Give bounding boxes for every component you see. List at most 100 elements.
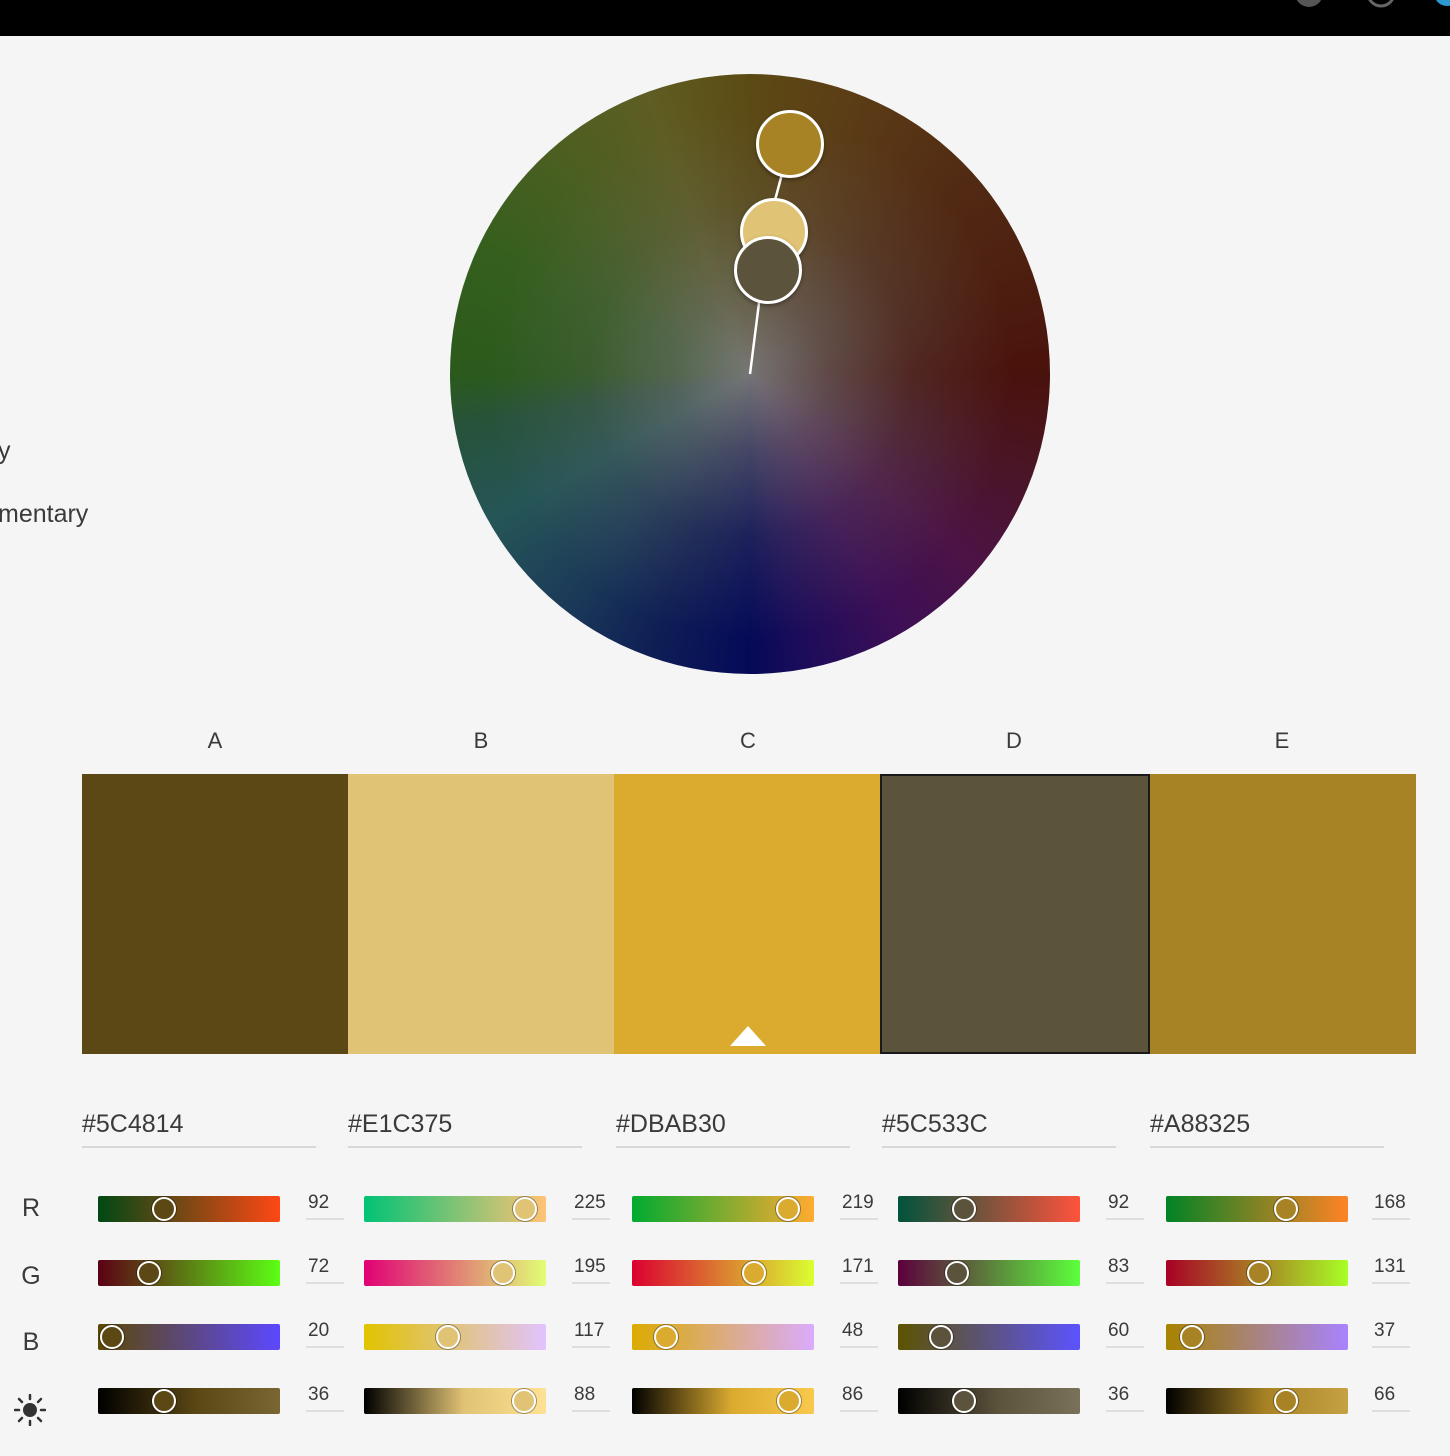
slider-blue-c[interactable] [632,1324,814,1350]
slider-blue-d[interactable] [898,1324,1080,1350]
value-text: 92 [308,1192,330,1213]
value-field-blue-c[interactable]: 48 [840,1318,878,1348]
slider-brightness-b[interactable] [364,1388,546,1414]
value-text: 117 [574,1320,605,1341]
swatch-e[interactable] [1150,774,1416,1054]
app-icon[interactable] [1432,0,1450,8]
hex-input-e[interactable]: #A88325 [1150,1108,1384,1148]
slider-red-b[interactable] [364,1196,546,1222]
value-field-blue-e[interactable]: 37 [1372,1318,1410,1348]
value-text: 72 [308,1256,330,1277]
slider-brightness-c[interactable] [632,1388,814,1414]
slider-green-a[interactable] [98,1260,280,1286]
slider-knob[interactable] [491,1261,516,1285]
slider-knob[interactable] [742,1261,767,1285]
value-field-red-a[interactable]: 92 [306,1190,344,1220]
swatch-d[interactable] [880,774,1150,1054]
slider-knob[interactable] [654,1325,679,1349]
slider-red-a[interactable] [98,1196,280,1222]
slider-knob[interactable] [951,1197,976,1221]
slider-knob[interactable] [945,1261,970,1285]
value-field-red-c[interactable]: 219 [840,1190,878,1220]
value-text: 37 [1374,1320,1396,1341]
swatch-c[interactable] [614,774,880,1054]
slider-green-c[interactable] [632,1260,814,1286]
slider-red-c[interactable] [632,1196,814,1222]
slider-knob[interactable] [512,1389,537,1413]
slider-green-d[interactable] [898,1260,1080,1286]
hex-input-a[interactable]: #5C4814 [82,1108,316,1148]
harmony-rule-complementary[interactable]: mentary [0,500,88,529]
swatch-label-d: D [1006,728,1022,753]
hex-input-c[interactable]: #DBAB30 [616,1108,850,1148]
value-field-brightness-a[interactable]: 36 [306,1382,344,1412]
wheel-handle-e[interactable] [756,110,824,178]
value-field-blue-a[interactable]: 20 [306,1318,344,1348]
value-field-brightness-d[interactable]: 36 [1106,1382,1144,1412]
value-text: 171 [842,1256,874,1277]
value-field-green-d[interactable]: 83 [1106,1254,1144,1284]
slider-knob[interactable] [1247,1261,1272,1285]
hex-input-d[interactable]: #5C533C [882,1108,1116,1148]
slider-red-d[interactable] [898,1196,1080,1222]
slider-knob[interactable] [1274,1389,1299,1413]
value-text: 36 [308,1384,330,1405]
slider-green-e[interactable] [1166,1260,1348,1286]
hex-input-b[interactable]: #E1C375 [348,1108,582,1148]
globe-icon[interactable] [1366,0,1396,8]
slider-brightness-a[interactable] [98,1388,280,1414]
value-field-blue-b[interactable]: 117 [572,1318,610,1348]
slider-knob[interactable] [151,1197,176,1221]
value-field-brightness-b[interactable]: 88 [572,1382,610,1412]
value-field-green-e[interactable]: 131 [1372,1254,1410,1284]
slider-knob[interactable] [100,1325,125,1349]
slider-knob[interactable] [435,1325,460,1349]
swatch-label-a: A [207,728,223,753]
value-text: 225 [574,1192,606,1213]
slider-knob[interactable] [776,1389,801,1413]
color-wheel[interactable] [450,74,1050,674]
value-text: 168 [1374,1192,1406,1213]
value-text: 48 [842,1320,864,1341]
value-text: 219 [842,1192,874,1213]
slider-knob[interactable] [776,1197,801,1221]
slider-blue-a[interactable] [98,1324,280,1350]
slider-knob[interactable] [1180,1325,1205,1349]
value-text: 36 [1108,1384,1130,1405]
wheel-handle-d[interactable] [734,236,802,304]
slider-green-b[interactable] [364,1260,546,1286]
swatch-b[interactable] [348,774,614,1054]
account-icon[interactable] [1294,0,1324,8]
slider-blue-b[interactable] [364,1324,546,1350]
slider-knob[interactable] [928,1325,953,1349]
slider-knob[interactable] [151,1389,176,1413]
channel-label-g: G [21,1262,41,1290]
slider-knob[interactable] [951,1389,976,1413]
value-field-red-e[interactable]: 168 [1372,1190,1410,1220]
value-field-brightness-e[interactable]: 66 [1372,1382,1410,1412]
swatch-label-b: B [473,728,489,753]
value-field-green-c[interactable]: 171 [840,1254,878,1284]
channel-label-b: B [22,1328,40,1356]
value-field-green-b[interactable]: 195 [572,1254,610,1284]
slider-blue-e[interactable] [1166,1324,1348,1350]
channel-label-r: R [21,1194,41,1222]
value-text: 195 [574,1256,606,1277]
value-field-red-d[interactable]: 92 [1106,1190,1144,1220]
value-field-brightness-c[interactable]: 86 [840,1382,878,1412]
slider-brightness-d[interactable] [898,1388,1080,1414]
value-field-green-a[interactable]: 72 [306,1254,344,1284]
harmony-rule-item[interactable]: y [0,437,11,466]
value-field-red-b[interactable]: 225 [572,1190,610,1220]
value-field-blue-d[interactable]: 60 [1106,1318,1144,1348]
base-color-marker-icon[interactable] [730,1026,766,1046]
value-text: 86 [842,1384,864,1405]
slider-knob[interactable] [512,1197,537,1221]
slider-knob[interactable] [137,1261,162,1285]
slider-red-e[interactable] [1166,1196,1348,1222]
slider-brightness-e[interactable] [1166,1388,1348,1414]
value-text: 131 [1374,1256,1406,1277]
value-text: 92 [1108,1192,1130,1213]
slider-knob[interactable] [1273,1197,1298,1221]
swatch-a[interactable] [82,774,348,1054]
